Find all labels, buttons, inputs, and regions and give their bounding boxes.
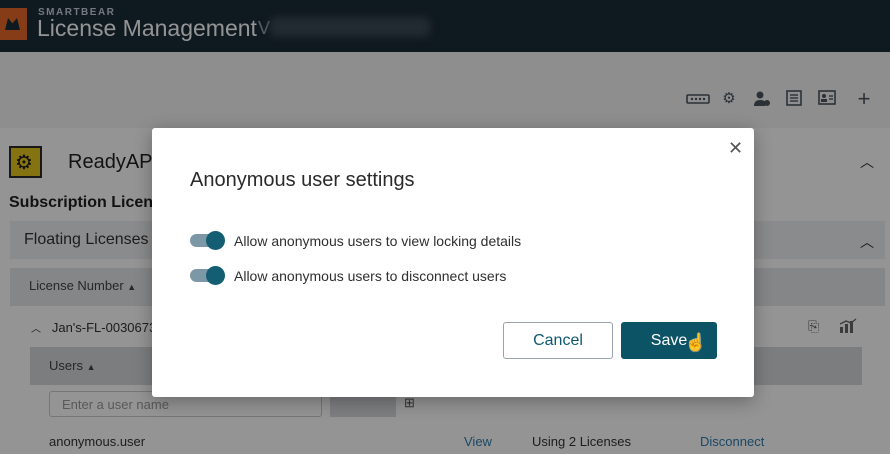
toggle-knob [206,266,225,285]
anonymous-settings-modal: ✕ Anonymous user settings Allow anonymou… [152,128,754,397]
toggle-disconnect-users-label: Allow anonymous users to disconnect user… [234,268,507,284]
modal-title: Anonymous user settings [190,169,415,191]
cancel-button[interactable]: Cancel [503,322,613,359]
toggle-view-locking-details-label: Allow anonymous users to view locking de… [234,233,522,249]
hand-cursor-icon: ☝ [685,333,707,352]
close-icon[interactable]: ✕ [728,138,743,159]
toggle-view-locking-details[interactable] [190,231,226,250]
toggle-disconnect-users[interactable] [190,266,226,285]
toggle-knob [206,231,225,250]
